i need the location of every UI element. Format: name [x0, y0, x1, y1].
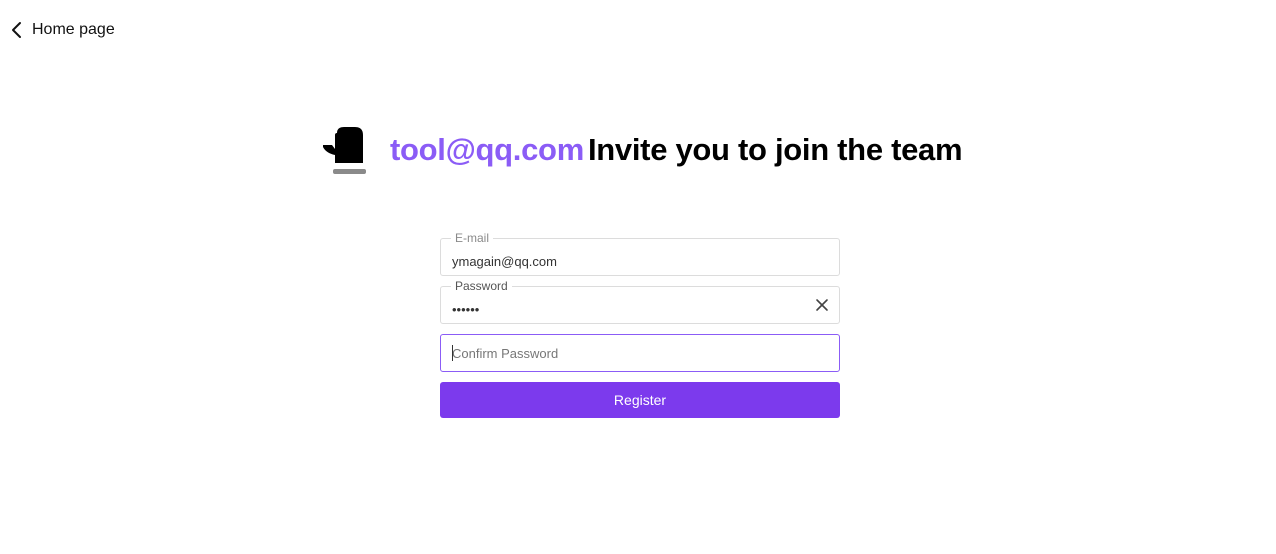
inviter-email: tool@qq.com	[390, 132, 584, 167]
mitten-icon	[323, 127, 366, 174]
text-caret	[452, 345, 453, 361]
close-icon[interactable]	[815, 298, 829, 312]
back-home-link[interactable]: Home page	[10, 18, 115, 42]
register-form: E-mail Password Register	[440, 231, 840, 418]
invite-register-page: Home page tool@qq.com Invite you to join…	[0, 0, 1276, 554]
chevron-left-icon	[10, 21, 24, 39]
register-button[interactable]: Register	[440, 382, 840, 418]
email-field-container: E-mail	[440, 231, 840, 276]
invite-header: tool@qq.com Invite you to join the team	[322, 124, 963, 176]
invite-message: Invite you to join the team	[587, 132, 963, 167]
password-field[interactable]	[441, 287, 839, 323]
email-field[interactable]	[441, 239, 839, 275]
confirm-password-field[interactable]	[441, 335, 839, 371]
confirm-password-field-container	[440, 334, 840, 372]
back-home-label: Home page	[32, 21, 115, 38]
password-field-container: Password	[440, 279, 840, 324]
